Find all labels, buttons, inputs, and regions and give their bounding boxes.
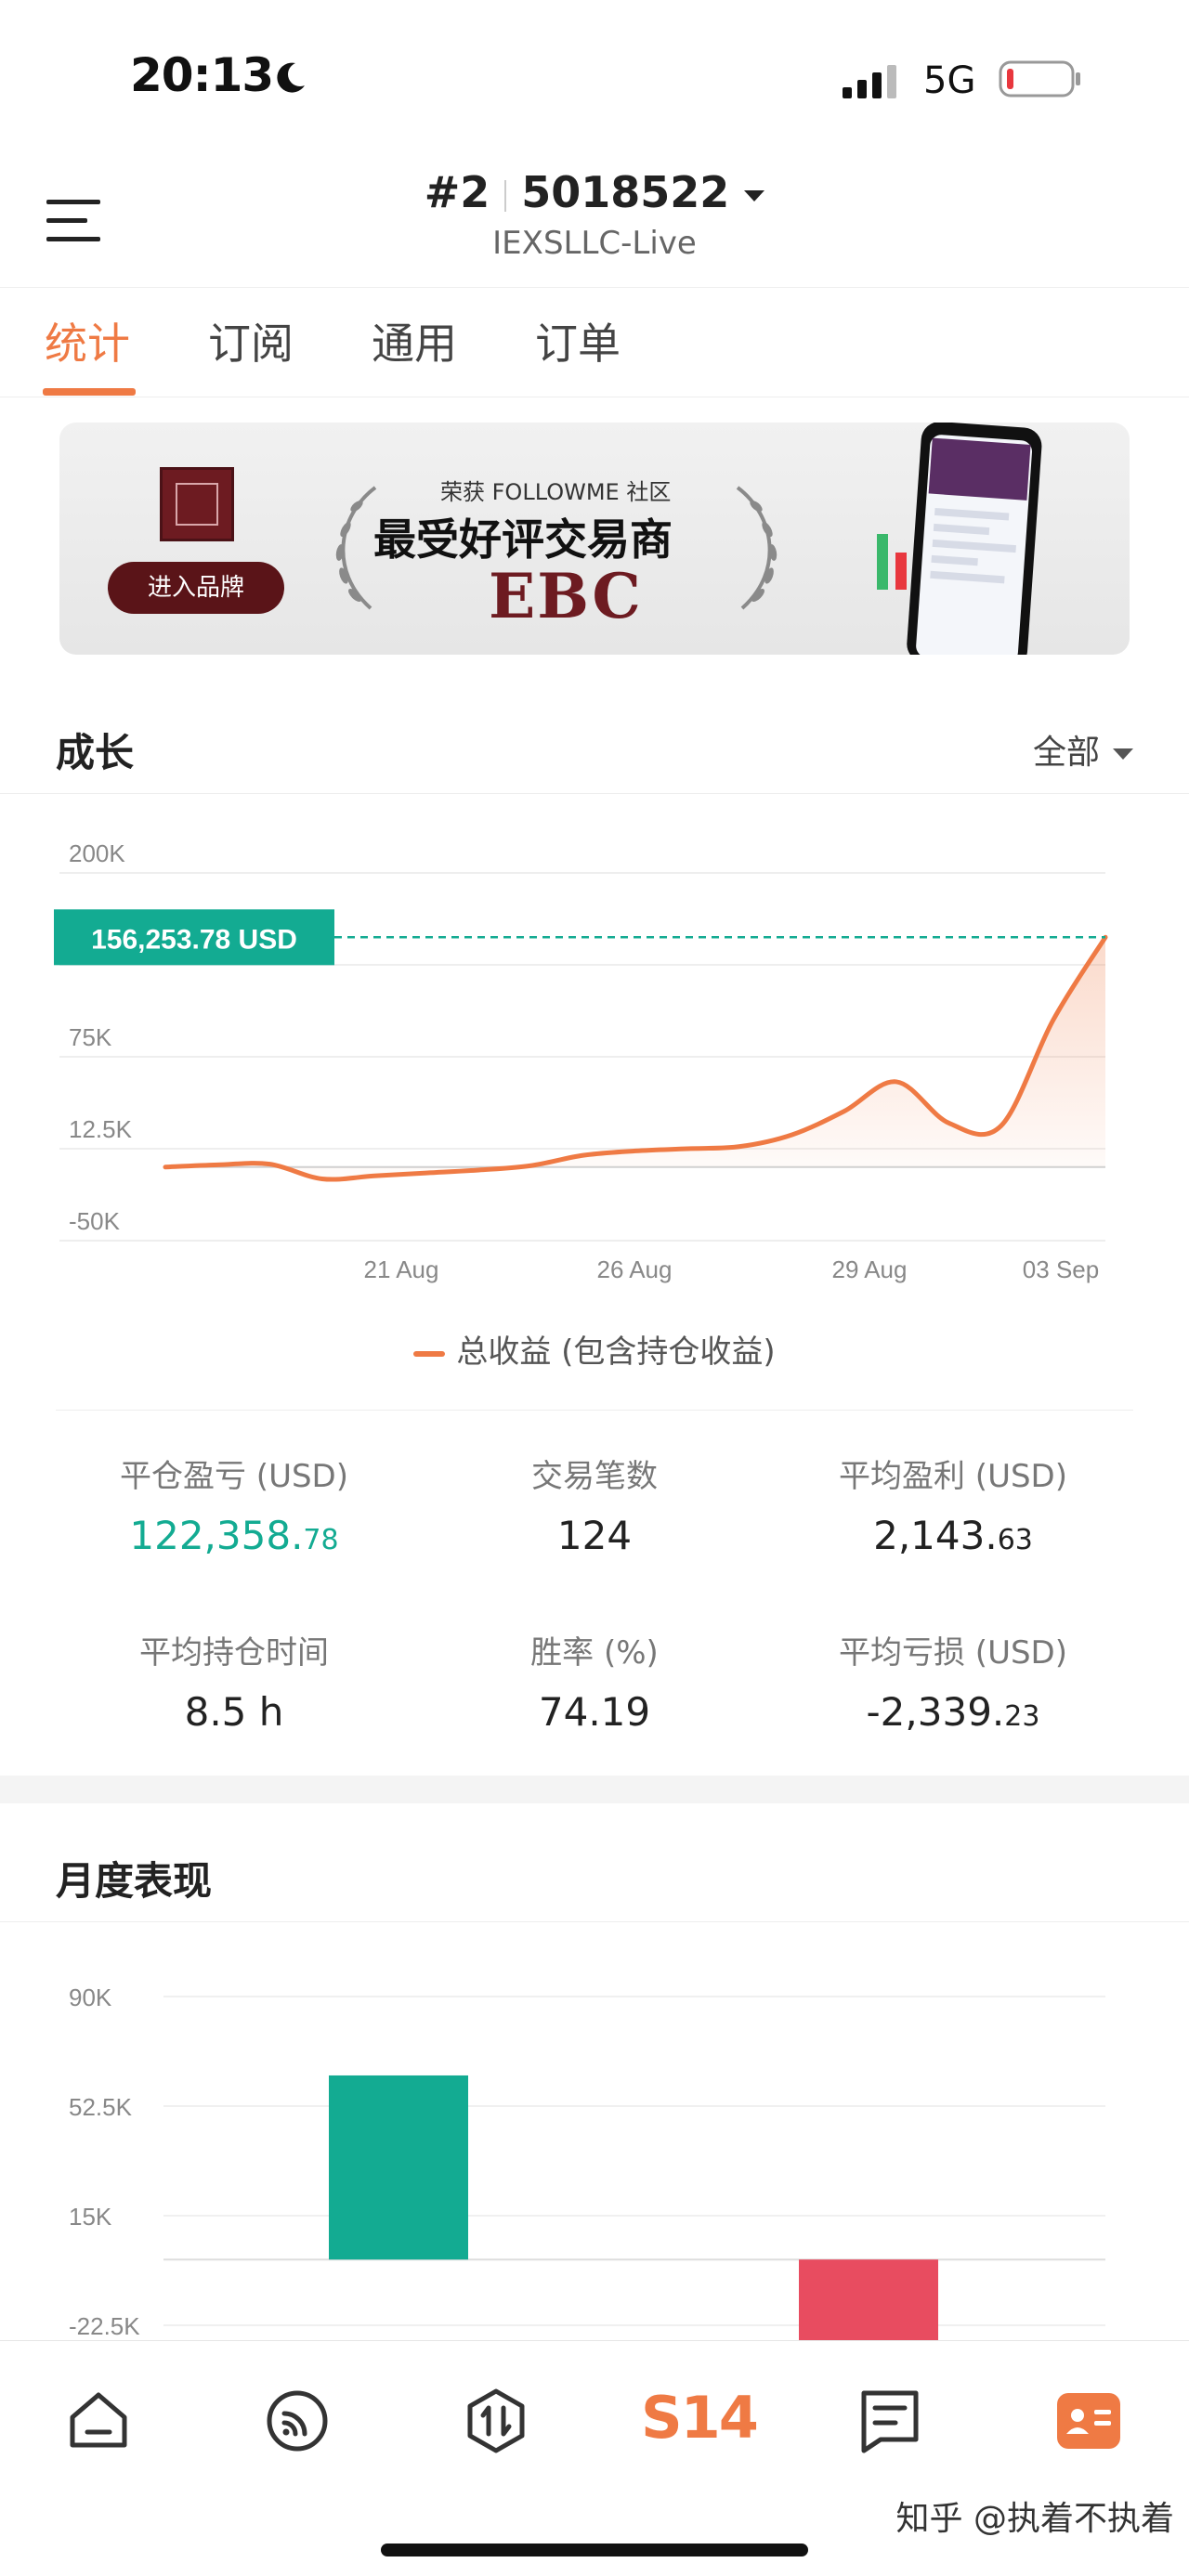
profile-card-icon[interactable]	[1053, 2386, 1124, 2456]
watermark: 知乎 @执着不执着	[895, 2500, 1174, 2538]
feed-icon[interactable]	[262, 2386, 333, 2456]
home-icon[interactable]	[63, 2386, 134, 2456]
y-tick-label: 90K	[69, 1984, 112, 2011]
bottom-navigation: S14 知乎 @执着不执着	[0, 2340, 1189, 2576]
y-tick-label: 15K	[69, 2203, 112, 2231]
s14-nav-button[interactable]: S14	[641, 2384, 759, 2452]
home-indicator	[381, 2543, 808, 2556]
bar-aug	[329, 2075, 468, 2260]
bar-sep	[799, 2259, 938, 2340]
y-tick-label: -22.5K	[69, 2312, 140, 2340]
messages-icon[interactable]	[855, 2386, 925, 2456]
trade-icon[interactable]	[461, 2386, 531, 2456]
monthly-chart: 90K 52.5K 15K -22.5K	[69, 1984, 1105, 2340]
y-tick-label: 52.5K	[69, 2093, 133, 2121]
